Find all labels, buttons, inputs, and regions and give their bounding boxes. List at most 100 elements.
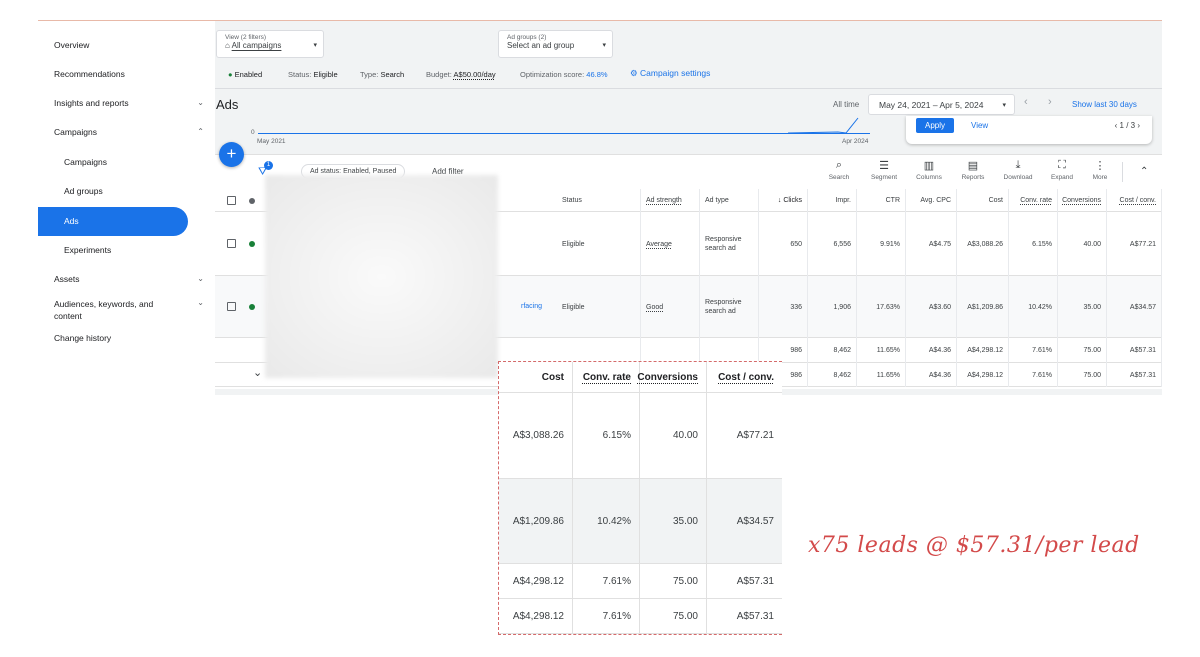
- apply-button[interactable]: Apply: [916, 118, 954, 133]
- home-icon: ⌂: [225, 41, 232, 50]
- sidebar-item[interactable]: Campaigns ⌃: [54, 127, 204, 137]
- next-period-icon[interactable]: ›: [1048, 96, 1052, 108]
- callout-cell: A$34.57: [707, 479, 782, 564]
- add-button[interactable]: +: [219, 142, 244, 167]
- sidebar-item[interactable]: Experiments: [64, 245, 214, 255]
- column-header[interactable]: Avg. CPC: [906, 189, 957, 212]
- reports-button[interactable]: ▤ Reports: [953, 159, 993, 181]
- cell-text: A$3.60: [928, 303, 951, 311]
- toolbar-label: More: [1092, 174, 1108, 181]
- sidebar-item[interactable]: Recommendations: [54, 69, 204, 79]
- column-header[interactable]: CTR: [857, 189, 906, 212]
- optimization-score[interactable]: Optimization score: 46.8%: [520, 70, 608, 79]
- campaign-settings-link[interactable]: ⚙ Campaign settings: [630, 68, 710, 79]
- chevron-icon[interactable]: ⌃: [197, 127, 204, 137]
- sidebar-item[interactable]: Audiences, keywords, and content ⌄: [54, 298, 204, 322]
- table-cell: [557, 338, 641, 363]
- sidebar-item[interactable]: Ads: [38, 207, 188, 236]
- view-selector[interactable]: View (2 filters) ⌂ All campaigns ▾: [216, 30, 324, 58]
- table-cell: 10.42%: [1009, 276, 1058, 338]
- chevron-icon[interactable]: ⌄: [197, 298, 204, 322]
- callout-cell: A$3,088.26: [499, 393, 573, 479]
- column-header[interactable]: Cost / conv.: [1107, 189, 1162, 212]
- cell-text: A$3,088.26: [967, 240, 1003, 248]
- column-header[interactable]: Cost: [957, 189, 1009, 212]
- sidebar-item[interactable]: Ad groups: [64, 186, 214, 196]
- cell-text: A$34.57: [1129, 303, 1156, 311]
- segment-button[interactable]: ☰ Segment: [864, 159, 904, 181]
- table-cell: A$57.31: [1107, 363, 1162, 387]
- row-checkbox[interactable]: [227, 239, 236, 248]
- table-cell: A$4,298.12: [957, 363, 1009, 387]
- columns-button[interactable]: ▥ Columns: [909, 159, 949, 181]
- cell-text: CTR: [885, 197, 900, 204]
- table-cell: [700, 338, 759, 363]
- cell-text: A$4.36: [928, 371, 951, 379]
- search-button[interactable]: ⌕ Search: [819, 159, 859, 181]
- cell-text: 336: [790, 303, 802, 311]
- chart-x-end: Apr 2024: [842, 138, 869, 145]
- cell-text: Ad type: [705, 197, 729, 204]
- callout-cell: A$4,298.12: [499, 599, 573, 634]
- toolbar-label: Download: [1003, 174, 1033, 181]
- column-header[interactable]: Ad type: [700, 189, 759, 212]
- cell-text: A$57.31: [1129, 371, 1156, 379]
- cell-text: A$4,298.12: [967, 347, 1003, 354]
- column-header[interactable]: Ad strength: [641, 189, 700, 212]
- prev-period-icon[interactable]: ‹: [1024, 96, 1028, 108]
- row-checkbox[interactable]: [227, 195, 236, 205]
- enabled-status: ● Enabled: [228, 70, 263, 79]
- chevron-icon[interactable]: ⌄: [197, 274, 204, 284]
- ad-group-selector[interactable]: Ad groups (2) Select an ad group ▾: [498, 30, 613, 58]
- view-label: View (2 filters): [225, 34, 267, 41]
- dropdown-icon: ▾: [602, 42, 606, 49]
- view-value: All campaigns: [231, 41, 282, 50]
- collapse-icon[interactable]: ⌃: [1140, 166, 1148, 177]
- table-cell: 75.00: [1058, 363, 1107, 387]
- cell-text: Cost / conv.: [1119, 197, 1156, 204]
- reports-icon: ▤: [967, 160, 979, 172]
- more-button[interactable]: ⋮ More: [1080, 159, 1120, 181]
- cell-text: Eligible: [562, 303, 585, 311]
- download-button[interactable]: ⤓ Download: [998, 159, 1038, 181]
- campaign-budget[interactable]: Budget: A$50.00/day: [426, 70, 496, 79]
- page-title: Ads: [216, 97, 239, 112]
- cell-text: A$77.21: [1129, 240, 1156, 248]
- column-header[interactable]: Impr.: [808, 189, 857, 212]
- cell-text: Average: [646, 240, 672, 248]
- sidebar-item-label: Audiences, keywords, and content: [54, 299, 154, 321]
- cell-text: Eligible: [562, 240, 585, 248]
- sidebar-item-label: Overview: [54, 40, 90, 50]
- sidebar-item-label: Insights and reports: [54, 98, 129, 108]
- cell-text: A$4,298.12: [967, 371, 1003, 379]
- sidebar-item[interactable]: Overview: [54, 40, 204, 50]
- show-last-30-days-link[interactable]: Show last 30 days: [1072, 100, 1137, 109]
- sidebar-item[interactable]: Assets ⌄: [54, 274, 204, 284]
- cell-text: A$1,209.86: [967, 303, 1003, 311]
- table-cell: Responsive search ad: [700, 276, 759, 338]
- expand-button[interactable]: ⛶ Expand: [1042, 159, 1082, 181]
- cell-text: A$57.31: [1129, 347, 1156, 354]
- sidebar-item[interactable]: Change history: [54, 333, 204, 343]
- callout-cell: 75.00: [640, 599, 707, 634]
- cell-text: 6.15%: [1032, 240, 1052, 248]
- pager[interactable]: ‹ 1 / 3 ›: [1115, 121, 1140, 130]
- callout-header: Conv. rate: [573, 362, 640, 393]
- ad-link[interactable]: rfacing: [521, 303, 542, 310]
- column-header[interactable]: Conversions: [1058, 189, 1107, 212]
- toolbar-label: Columns: [916, 174, 942, 181]
- callout-cell: 10.42%: [573, 479, 640, 564]
- date-range-picker[interactable]: May 24, 2021 – Apr 5, 2024 ▾: [868, 94, 1015, 115]
- view-button[interactable]: View: [971, 121, 988, 130]
- table-cell: 7.61%: [1009, 363, 1058, 387]
- expand-chevron-icon[interactable]: ⌄: [253, 366, 262, 379]
- sidebar-item[interactable]: Campaigns: [64, 157, 214, 167]
- column-header[interactable]: Status: [557, 189, 641, 212]
- column-header[interactable]: ↓ Clicks: [759, 189, 808, 212]
- sidebar-item[interactable]: Insights and reports ⌄: [54, 98, 204, 108]
- cell-text: Responsive search ad: [705, 236, 742, 252]
- column-header[interactable]: Conv. rate: [1009, 189, 1058, 212]
- chevron-icon[interactable]: ⌄: [197, 98, 204, 108]
- cell-text: Cost: [988, 197, 1003, 204]
- row-checkbox[interactable]: [227, 302, 236, 311]
